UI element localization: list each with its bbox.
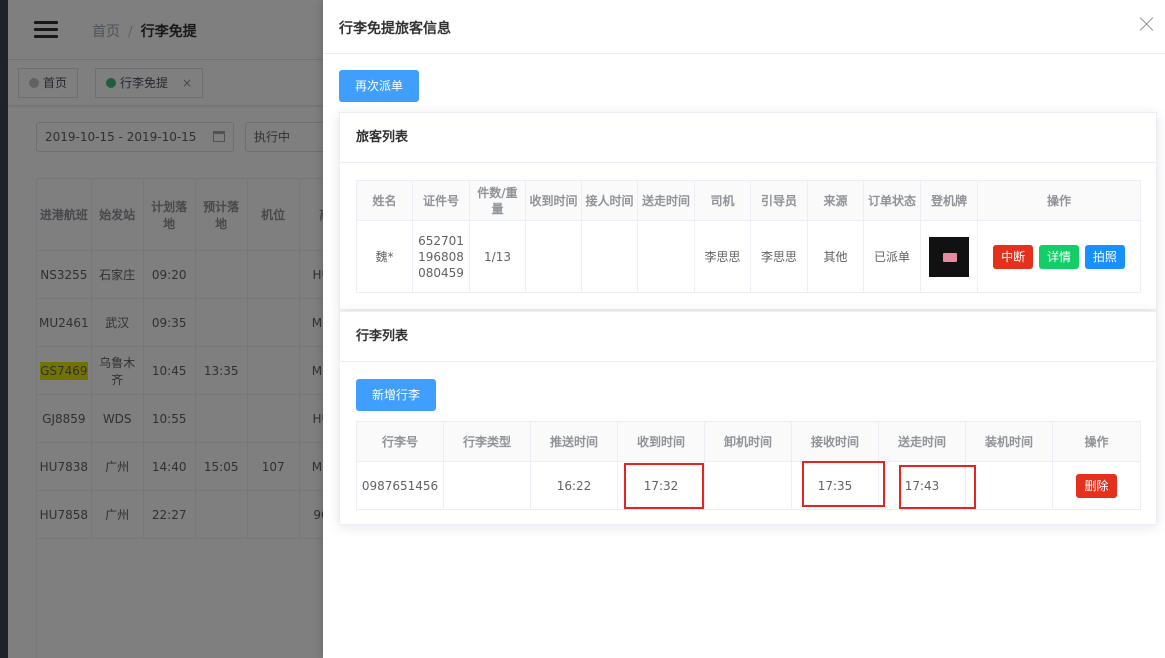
table-row: 0987651456 16:22 17:32 17:35 17:43 删除 bbox=[356, 461, 1141, 510]
column-header: 接人时间 bbox=[581, 180, 638, 221]
column-header: 订单状态 bbox=[863, 180, 921, 221]
card-title: 行李列表 bbox=[340, 312, 1156, 362]
column-header: 登机牌 bbox=[920, 180, 978, 221]
take-photo-button[interactable]: 拍照 bbox=[1084, 244, 1125, 269]
passenger-guide: 李思思 bbox=[750, 220, 808, 293]
add-luggage-button[interactable]: 新增行李 bbox=[356, 379, 436, 411]
passenger-info-drawer: 行李免提旅客信息 再次派单 旅客列表 姓名 证件号 件数/重量 收到时间 接人时… bbox=[323, 0, 1165, 658]
luggage-push-time: 16:22 bbox=[530, 461, 618, 510]
column-header: 证件号 bbox=[412, 180, 470, 221]
passenger-received-time bbox=[525, 220, 582, 293]
column-header: 操作 bbox=[977, 180, 1141, 221]
column-header: 引导员 bbox=[750, 180, 808, 221]
luggage-unload-time bbox=[704, 461, 792, 510]
luggage-type bbox=[443, 461, 531, 510]
passenger-table: 姓名 证件号 件数/重量 收到时间 接人时间 送走时间 司机 引导员 来源 订单… bbox=[356, 180, 1141, 293]
table-row: 魏* 652701196808080459 1/13 李思思 李思思 其他 已派… bbox=[356, 220, 1141, 293]
passenger-name: 魏* bbox=[356, 220, 413, 293]
drawer-title: 行李免提旅客信息 bbox=[339, 21, 451, 37]
highlight-box-sent-time bbox=[899, 465, 976, 509]
column-header: 收到时间 bbox=[525, 180, 582, 221]
column-header: 推送时间 bbox=[530, 421, 618, 462]
boarding-pass-thumbnail[interactable] bbox=[929, 236, 969, 277]
column-header: 件数/重量 bbox=[469, 180, 526, 221]
close-icon[interactable] bbox=[1139, 16, 1155, 32]
delete-button[interactable]: 删除 bbox=[1076, 473, 1117, 498]
column-header: 卸机时间 bbox=[704, 421, 792, 462]
details-button[interactable]: 详情 bbox=[1038, 244, 1079, 269]
column-header: 送走时间 bbox=[878, 421, 966, 462]
card-title: 旅客列表 bbox=[340, 113, 1156, 163]
highlight-box-received-time bbox=[624, 463, 704, 509]
column-header: 操作 bbox=[1052, 421, 1141, 462]
column-header: 接收时间 bbox=[791, 421, 879, 462]
column-header: 送走时间 bbox=[637, 180, 695, 221]
passenger-sent-time bbox=[637, 220, 695, 293]
column-header: 司机 bbox=[694, 180, 751, 221]
actions-cell: 删除 bbox=[1052, 461, 1141, 510]
interrupt-button[interactable]: 中断 bbox=[993, 244, 1034, 269]
column-header: 姓名 bbox=[356, 180, 413, 221]
passenger-pickup-time bbox=[581, 220, 638, 293]
passenger-count-weight: 1/13 bbox=[469, 220, 526, 293]
luggage-load-time bbox=[965, 461, 1053, 510]
column-header: 收到时间 bbox=[617, 421, 705, 462]
luggage-number: 0987651456 bbox=[356, 461, 444, 510]
luggage-list-card: 行李列表 新增行李 行李号 行李类型 推送时间 收到时间 卸机时间 接收时间 送… bbox=[339, 311, 1157, 525]
passenger-id-number: 652701196808080459 bbox=[412, 220, 470, 293]
passenger-source: 其他 bbox=[807, 220, 864, 293]
passenger-order-status: 已派单 bbox=[863, 220, 921, 293]
passenger-driver: 李思思 bbox=[694, 220, 751, 293]
boarding-pass-cell bbox=[920, 220, 978, 293]
column-header: 行李号 bbox=[356, 421, 444, 462]
highlight-box-accept-time bbox=[802, 461, 885, 507]
divider bbox=[323, 53, 1165, 54]
column-header: 行李类型 bbox=[443, 421, 531, 462]
column-header: 来源 bbox=[807, 180, 864, 221]
actions-cell: 中断 详情 拍照 bbox=[977, 220, 1141, 293]
passenger-list-card: 旅客列表 姓名 证件号 件数/重量 收到时间 接人时间 送走时间 司机 引导员 … bbox=[339, 112, 1157, 310]
redispatch-button[interactable]: 再次派单 bbox=[339, 70, 419, 102]
luggage-table: 行李号 行李类型 推送时间 收到时间 卸机时间 接收时间 送走时间 装机时间 操… bbox=[356, 421, 1141, 510]
column-header: 装机时间 bbox=[965, 421, 1053, 462]
